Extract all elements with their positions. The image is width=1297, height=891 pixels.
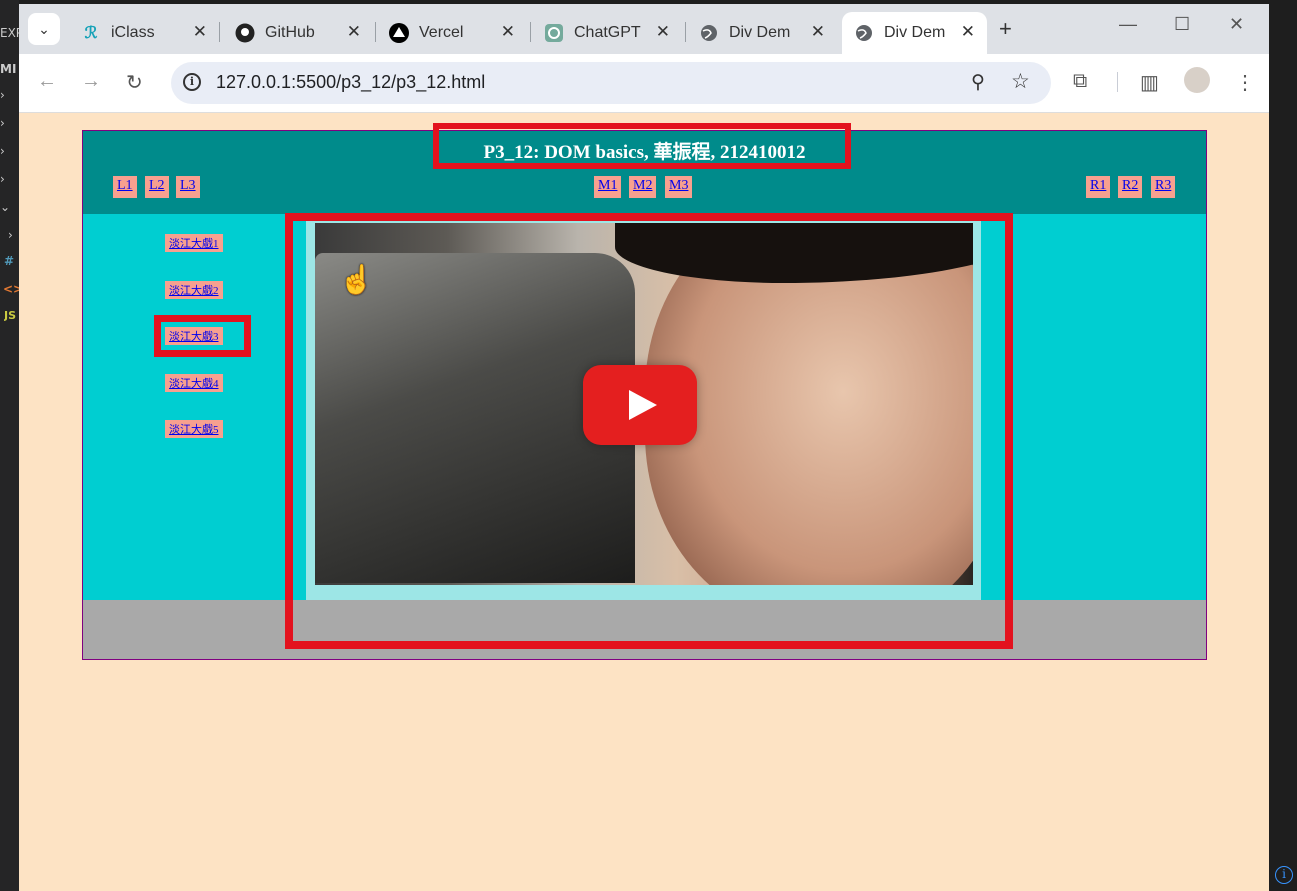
close-icon[interactable]: ✕	[656, 22, 670, 42]
menu-icon[interactable]: ⋮	[1235, 70, 1255, 95]
tab-div-demo-active[interactable]: Div Demo ✕	[842, 12, 987, 54]
section-label: MI	[0, 62, 17, 76]
tab-vercel[interactable]: Vercel ✕	[377, 12, 527, 54]
close-icon[interactable]: ✕	[961, 22, 975, 42]
new-tab-button[interactable]: +	[999, 16, 1012, 42]
url-text[interactable]: 127.0.0.1:5500/p3_12/p3_12.html	[216, 72, 485, 93]
left-column: 淡江大戲1 淡江大戲2 淡江大戲3 淡江大戲4 淡江大戲5	[83, 214, 306, 600]
avatar[interactable]	[1184, 67, 1210, 93]
link-r1[interactable]: R1	[1086, 176, 1111, 198]
toolbar-divider	[1117, 72, 1118, 92]
tab-separator	[685, 22, 686, 42]
vercel-icon	[389, 23, 409, 43]
link-l1[interactable]: L1	[113, 176, 137, 198]
tab-title: Div Demo	[729, 24, 791, 41]
page-container: P3_12: DOM basics, 華振程, 212410012 L1 L2 …	[82, 123, 1207, 660]
close-icon[interactable]: ✕	[501, 22, 515, 42]
maximize-button[interactable]: ☐	[1174, 14, 1190, 35]
browser-window: ⌄ ℛ iClass ✕ GitHub ✕ Vercel ✕ ChatGPT ✕…	[19, 4, 1269, 891]
tab-div-demo[interactable]: Div Demo ✕	[687, 12, 837, 54]
tab-separator	[375, 22, 376, 42]
link-l3[interactable]: L3	[176, 176, 200, 198]
link-m3[interactable]: M3	[665, 176, 693, 198]
info-icon[interactable]: i	[1275, 866, 1293, 884]
video-link-4[interactable]: 淡江大戲4	[165, 374, 223, 392]
globe-icon	[699, 23, 719, 43]
chevron-right-icon[interactable]: ›	[0, 172, 19, 186]
tab-search-button[interactable]: ⌄	[28, 13, 60, 45]
chevron-right-icon[interactable]: ›	[0, 88, 19, 102]
editor-right-strip: i	[1269, 0, 1297, 891]
chevron-right-icon[interactable]: ›	[0, 116, 19, 130]
close-icon[interactable]: ✕	[193, 22, 207, 42]
chevron-right-icon[interactable]: ›	[0, 144, 19, 158]
editor-sidebar: EXP MI › › › › ⌄ › # <> JS	[0, 0, 22, 891]
chatgpt-icon	[544, 23, 564, 43]
link-m2[interactable]: M2	[629, 176, 657, 198]
globe-icon	[854, 23, 874, 43]
extensions-icon[interactable]: ⧉	[1073, 70, 1087, 93]
link-r2[interactable]: R2	[1118, 176, 1143, 198]
link-r3[interactable]: R3	[1151, 176, 1176, 198]
browser-toolbar: ← → ↻ i 127.0.0.1:5500/p3_12/p3_12.html …	[19, 54, 1269, 113]
iclass-icon: ℛ	[84, 25, 98, 42]
tab-github[interactable]: GitHub ✕	[223, 12, 373, 54]
tab-separator	[219, 22, 220, 42]
chevron-down-icon[interactable]: ⌄	[0, 200, 19, 214]
tab-separator	[530, 22, 531, 42]
video-link-5[interactable]: 淡江大戲5	[165, 420, 223, 438]
minimize-button[interactable]: —	[1119, 14, 1137, 35]
forward-button[interactable]: →	[81, 70, 101, 93]
close-icon[interactable]: ✕	[347, 22, 361, 42]
tab-title: Div Demo	[884, 24, 946, 41]
video-link-highlight-box	[154, 315, 251, 357]
back-button[interactable]: ←	[37, 70, 57, 93]
chevron-down-icon: ⌄	[38, 20, 50, 37]
video-link-1[interactable]: 淡江大戲1	[165, 234, 223, 252]
explorer-label: EXP	[0, 26, 19, 40]
bookmark-star-icon[interactable]: ☆	[1011, 69, 1030, 94]
page-viewport: P3_12: DOM basics, 華振程, 212410012 L1 L2 …	[19, 113, 1269, 891]
close-icon[interactable]: ✕	[811, 22, 825, 42]
close-window-button[interactable]: ✕	[1229, 14, 1244, 35]
link-l2[interactable]: L2	[145, 176, 169, 198]
site-info-icon[interactable]: i	[183, 73, 201, 91]
tab-strip: ⌄ ℛ iClass ✕ GitHub ✕ Vercel ✕ ChatGPT ✕…	[19, 4, 1269, 54]
video-highlight-box	[285, 213, 1013, 649]
video-link-2[interactable]: 淡江大戲2	[165, 281, 223, 299]
right-column	[981, 214, 1206, 600]
side-panel-icon[interactable]: ▥	[1140, 70, 1159, 95]
title-highlight-box	[433, 123, 851, 169]
tab-iclass[interactable]: ℛ iClass ✕	[69, 12, 219, 54]
address-bar[interactable]: i 127.0.0.1:5500/p3_12/p3_12.html ⚲ ☆	[171, 62, 1051, 104]
github-icon	[235, 23, 255, 43]
link-m1[interactable]: M1	[594, 176, 622, 198]
tab-chatgpt[interactable]: ChatGPT ✕	[532, 12, 682, 54]
reload-button[interactable]: ↻	[126, 70, 143, 95]
zoom-icon[interactable]: ⚲	[971, 71, 985, 94]
